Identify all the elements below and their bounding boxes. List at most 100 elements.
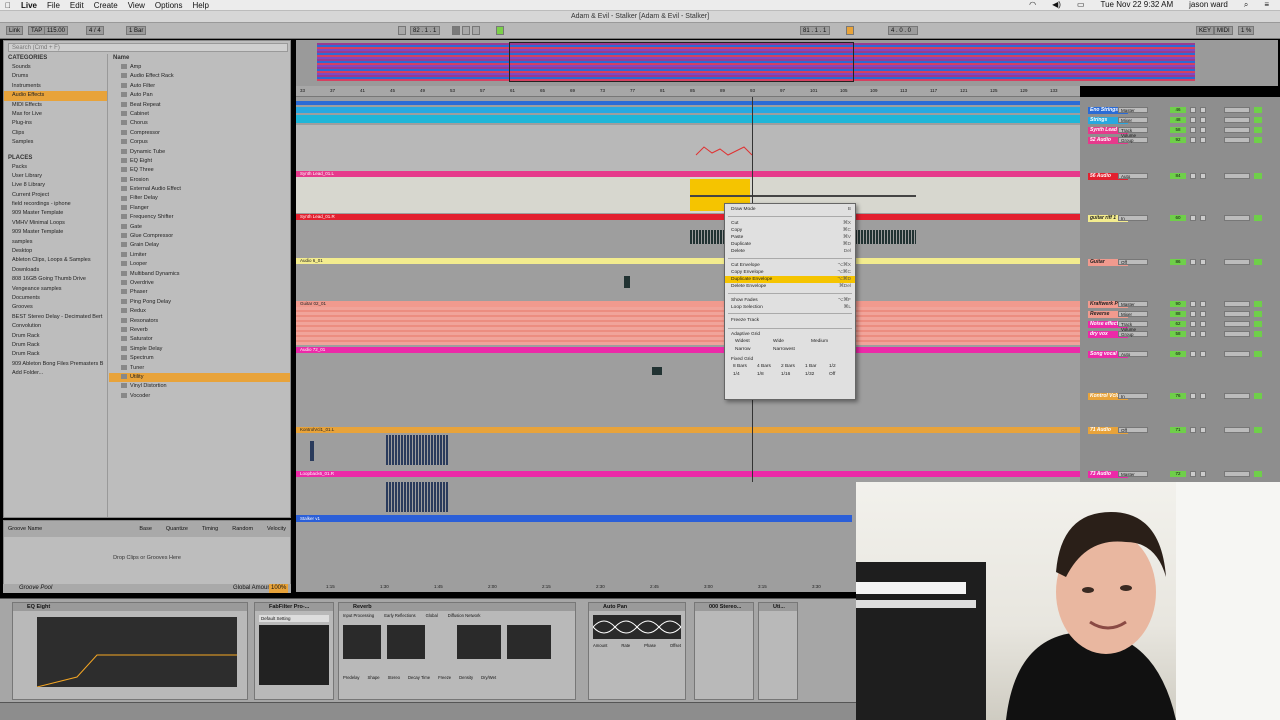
place-item[interactable]: 909 Master Template xyxy=(4,228,107,237)
place-item[interactable]: BEST Stereo Delay - Decimated Bert xyxy=(4,313,107,322)
menu-item-copy-envelope[interactable]: Copy Envelope ⌥⌘C xyxy=(725,269,855,276)
track-activator[interactable] xyxy=(1254,331,1262,337)
eq-eight-device[interactable]: EQ Eight xyxy=(12,602,248,700)
solo-button[interactable] xyxy=(1190,351,1196,357)
menu-help[interactable]: Help xyxy=(188,1,214,10)
solo-button[interactable] xyxy=(1190,393,1196,399)
grid-option-widest[interactable]: Widest xyxy=(733,338,769,345)
audio72-clip[interactable] xyxy=(296,353,1080,391)
solo-button[interactable] xyxy=(1190,259,1196,265)
grid-option-off[interactable]: Off xyxy=(827,371,851,378)
menu-item-cut-envelope[interactable]: Cut Envelope ⌥⌘X xyxy=(725,262,855,269)
file-glue-compressor[interactable]: Glue Compressor xyxy=(109,232,290,241)
solo-button[interactable] xyxy=(1190,427,1196,433)
file-spectrum[interactable]: Spectrum xyxy=(109,354,290,363)
grid-option-1-8[interactable]: 1/8 xyxy=(755,371,779,378)
synth-lead-2-clip[interactable] xyxy=(296,220,1080,256)
solo-button[interactable] xyxy=(1190,321,1196,327)
track-volume[interactable]: 86 xyxy=(1170,259,1186,265)
grid-option-1-2[interactable]: 1/2 xyxy=(827,363,851,370)
record-button[interactable] xyxy=(472,26,480,35)
audio-clip[interactable] xyxy=(296,264,1080,302)
file-erosion[interactable]: Erosion xyxy=(109,176,290,185)
file-simple-delay[interactable]: Simple Delay xyxy=(109,345,290,354)
battery-icon[interactable]: ▭ xyxy=(1072,0,1090,10)
track-volume[interactable]: 58 xyxy=(1170,331,1186,337)
place-item[interactable]: Packs xyxy=(4,163,107,172)
loop-toggle[interactable] xyxy=(496,26,504,35)
track-activator[interactable] xyxy=(1254,351,1262,357)
arm-button[interactable] xyxy=(1200,471,1206,477)
file-looper[interactable]: Looper xyxy=(109,260,290,269)
utility-device[interactable]: Uti... xyxy=(758,602,798,700)
file-auto-pan[interactable]: Auto Pan xyxy=(109,91,290,100)
file-auto-filter[interactable]: Auto Filter xyxy=(109,82,290,91)
place-item[interactable]: Drum Rack xyxy=(4,332,107,341)
guitar-clip[interactable] xyxy=(296,307,1080,345)
category-sounds[interactable]: Sounds xyxy=(4,63,107,72)
follow-button[interactable] xyxy=(398,26,406,35)
auto-pan-display[interactable] xyxy=(592,615,682,639)
menu-item-cut[interactable]: Cut ⌘X xyxy=(725,220,855,227)
user-name[interactable]: jason ward xyxy=(1184,0,1233,10)
track-routing[interactable]: Master xyxy=(1118,301,1148,307)
file-saturator[interactable]: Saturator xyxy=(109,335,290,344)
track-activator[interactable] xyxy=(1254,393,1262,399)
groove-drop-zone[interactable]: Drop Clips or Grooves Here xyxy=(4,555,290,561)
place-item[interactable]: Drum Rack xyxy=(4,341,107,350)
arm-button[interactable] xyxy=(1200,393,1206,399)
reverb-chorus-display[interactable] xyxy=(507,625,551,659)
track-routing[interactable]: In xyxy=(1118,215,1148,221)
position-field[interactable]: 82 . 1 . 1 xyxy=(410,26,440,35)
loop-switch[interactable] xyxy=(846,26,854,35)
arm-button[interactable] xyxy=(1200,117,1206,123)
arrangement-lower[interactable]: Stalker v1 1:15 1:30 1:45 2:00 2:15 2:30 2:45 3… xyxy=(296,482,856,592)
track-volume[interactable]: 62 xyxy=(1170,321,1186,327)
place-item[interactable]: Live 8 Library xyxy=(4,181,107,190)
track-volume[interactable]: 46 xyxy=(1170,107,1186,113)
quantize-menu[interactable]: 1 Bar xyxy=(126,26,147,35)
arm-button[interactable] xyxy=(1200,321,1206,327)
place-item[interactable]: field recordings - iphone xyxy=(4,200,107,209)
grid-option-1-4[interactable]: 1/4 xyxy=(731,371,755,378)
stop-button[interactable] xyxy=(462,26,470,35)
track-volume[interactable]: 48 xyxy=(1170,117,1186,123)
arm-button[interactable] xyxy=(1200,331,1206,337)
menu-create[interactable]: Create xyxy=(89,1,123,10)
grid-option-8-bars[interactable]: 8 Bars xyxy=(731,363,755,370)
fabfilter-device[interactable]: FabFilter Pro-... Default Setting xyxy=(254,602,334,700)
file-reverb[interactable]: Reverb xyxy=(109,326,290,335)
solo-button[interactable] xyxy=(1190,311,1196,317)
category-drums[interactable]: Drums xyxy=(4,72,107,81)
track-routing[interactable]: Master xyxy=(1118,471,1148,477)
synth-lead-envelope-lane[interactable] xyxy=(296,125,1080,171)
category-plug-ins[interactable]: Plug-ins xyxy=(4,119,107,128)
menu-item-duplicate[interactable]: Duplicate ⌘D xyxy=(725,241,855,248)
midi-map-button[interactable]: MIDI xyxy=(1214,26,1233,35)
arm-button[interactable] xyxy=(1200,351,1206,357)
grid-option-1-bar[interactable]: 1 Bar xyxy=(803,363,827,370)
link-button[interactable]: Link xyxy=(6,26,24,35)
place-item[interactable]: samples xyxy=(4,238,107,247)
file-flanger[interactable]: Flanger xyxy=(109,204,290,213)
eno-strings-lane[interactable] xyxy=(296,101,1080,105)
kontrol-2-clip-header[interactable]: Loopback6_01.R xyxy=(296,471,1080,477)
category-midi-effects[interactable]: MIDI Effects xyxy=(4,101,107,110)
track-activator[interactable] xyxy=(1254,259,1262,265)
track-activator[interactable] xyxy=(1254,127,1262,133)
file-external-audio-effect[interactable]: External Audio Effect xyxy=(109,185,290,194)
reverb-diffusion-display[interactable] xyxy=(457,625,501,659)
track-activator[interactable] xyxy=(1254,321,1262,327)
file-dynamic-tube[interactable]: Dynamic Tube xyxy=(109,148,290,157)
place-item[interactable]: Vengeance samples xyxy=(4,285,107,294)
file-audio-effect-rack[interactable]: Audio Effect Rack xyxy=(109,72,290,81)
menu-file[interactable]: File xyxy=(42,1,65,10)
solo-button[interactable] xyxy=(1190,301,1196,307)
file-phaser[interactable]: Phaser xyxy=(109,288,290,297)
place-item[interactable]: Grooves xyxy=(4,303,107,312)
kontrol-clip[interactable] xyxy=(296,433,1080,469)
file-multiband-dynamics[interactable]: Multiband Dynamics xyxy=(109,270,290,279)
file-eq-three[interactable]: EQ Three xyxy=(109,166,290,175)
file-amp[interactable]: Amp xyxy=(109,63,290,72)
category-max-for-live[interactable]: Max for Live xyxy=(4,110,107,119)
